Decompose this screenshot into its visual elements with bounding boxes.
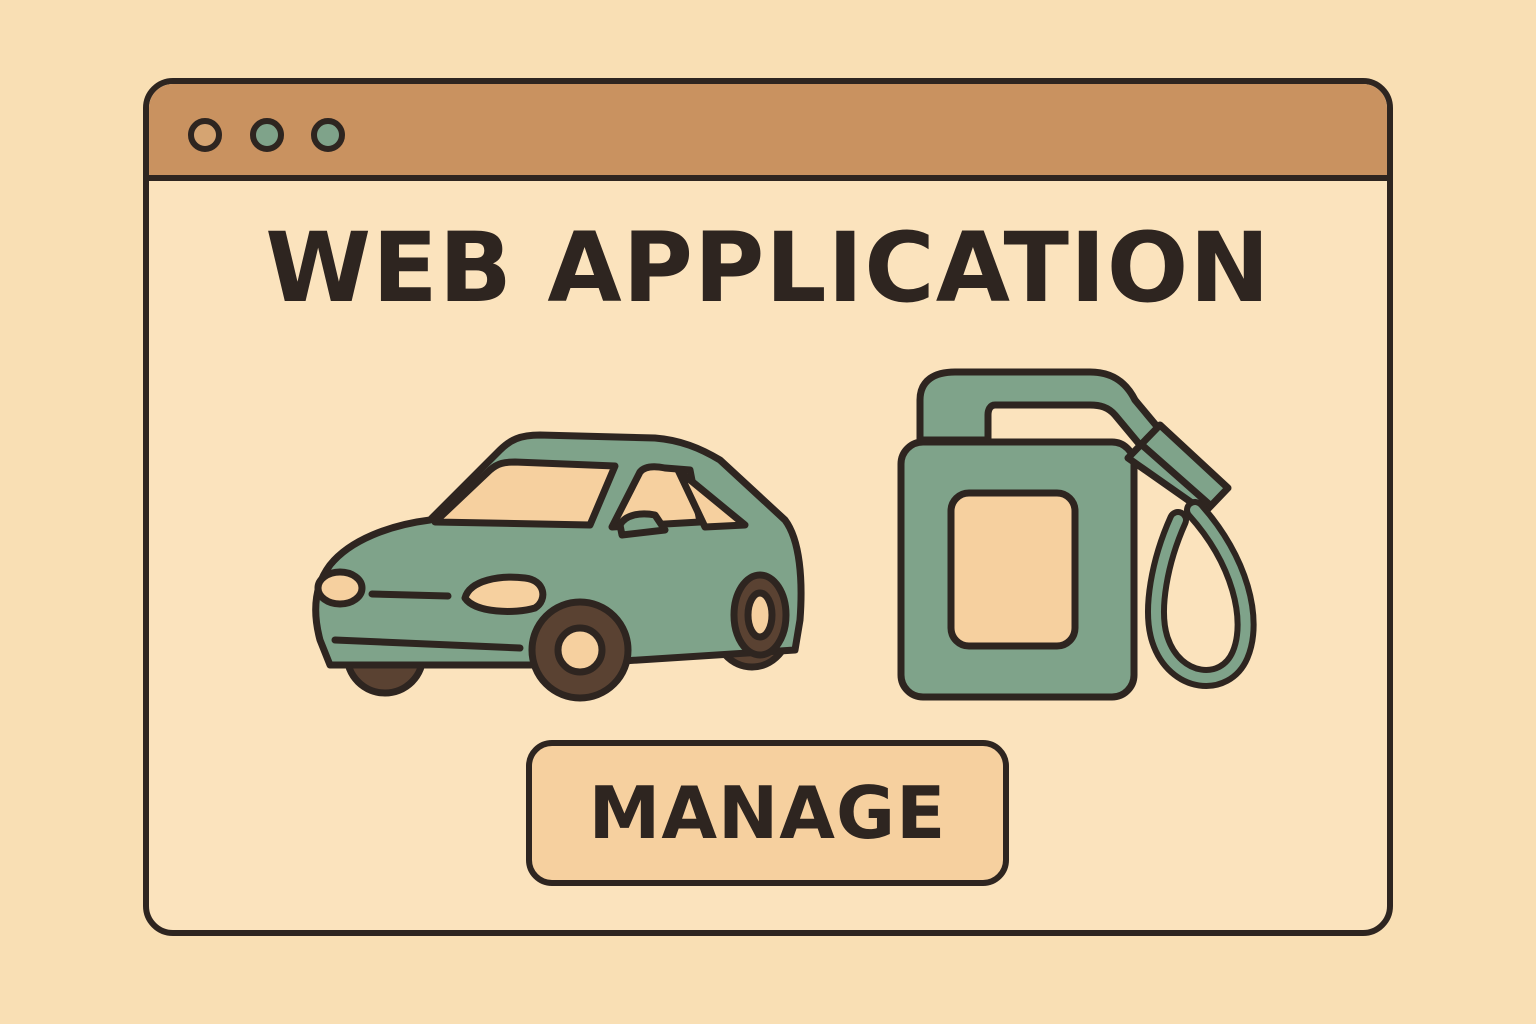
fuel-pump-icon (897, 368, 1257, 701)
car-icon (312, 431, 805, 702)
manage-button[interactable]: MANAGE (526, 740, 1009, 886)
